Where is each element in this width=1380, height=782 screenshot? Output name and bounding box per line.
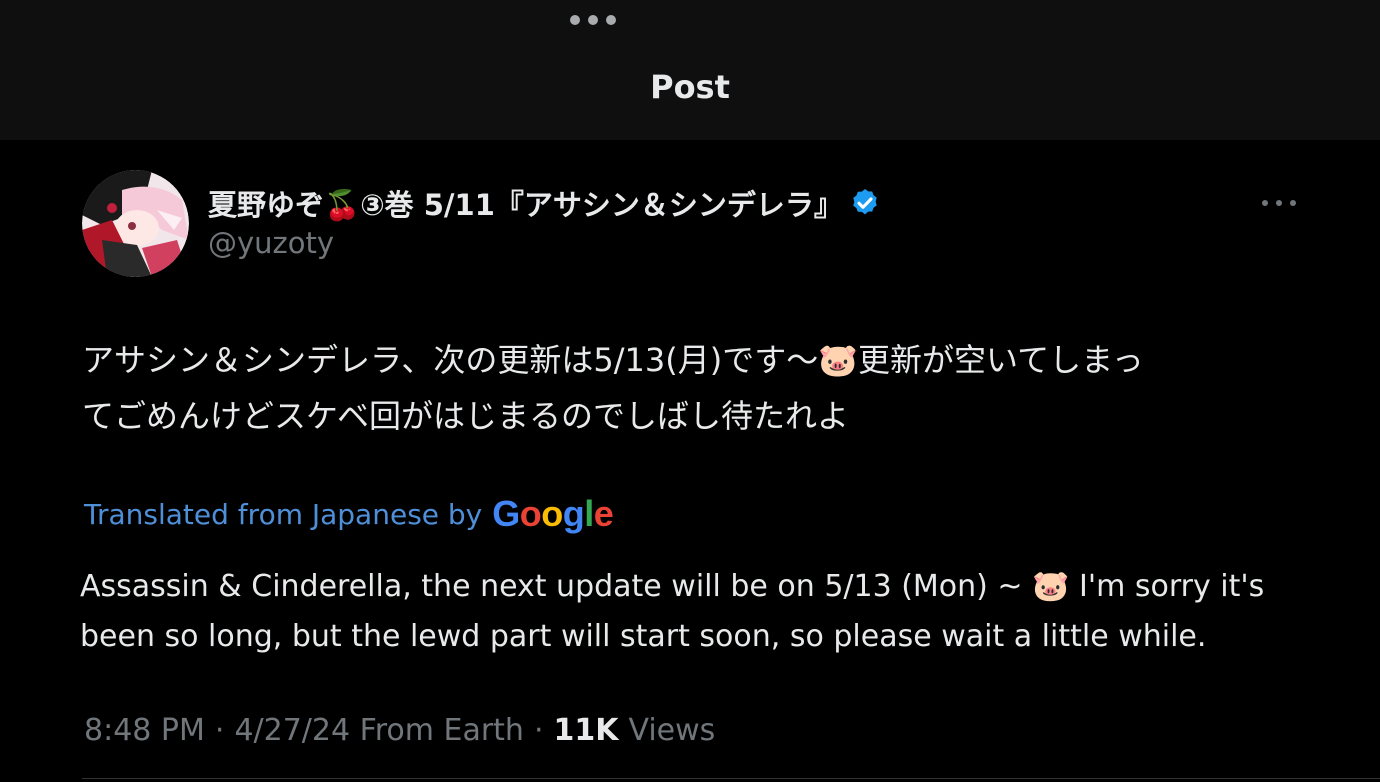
dot-icon (570, 15, 580, 25)
page-title: Post (650, 68, 730, 106)
more-options-button[interactable] (1262, 194, 1296, 212)
post-text-original: アサシン＆シンデレラ、次の更新は5/13(月)です〜🐷更新が空いてしまっ てごめ… (82, 332, 1282, 444)
dot-icon (1276, 200, 1282, 206)
views-count[interactable]: 11K (553, 713, 618, 748)
post-text-line: アサシン＆シンデレラ、次の更新は5/13(月)です〜🐷更新が空いてしまっ (82, 341, 1144, 379)
verified-badge-icon[interactable] (849, 187, 881, 219)
post-date-source: 4/27/24 From Earth (234, 712, 524, 748)
dot-icon (588, 15, 598, 25)
top-bar: Post (0, 0, 1380, 140)
post-text-line: been so long, but the lewd part will sta… (80, 619, 1207, 654)
sheet-grabber[interactable] (570, 13, 616, 27)
dot-icon (1290, 200, 1296, 206)
author-handle[interactable]: @yuzoty (208, 226, 334, 260)
views-label: Views (628, 712, 716, 748)
post-time[interactable]: 8:48 PM (84, 713, 205, 748)
dot-icon (1262, 200, 1268, 206)
translation-credit[interactable]: Translated from Japanese by Google (84, 492, 614, 536)
avatar[interactable] (82, 170, 189, 277)
google-logo: Google (492, 493, 614, 534)
meta-separator: · (214, 712, 225, 748)
meta-separator: · (533, 712, 544, 748)
post-meta: 8:48 PM · 4/27/24 From Earth · 11K Views (84, 710, 715, 750)
author-name-text: 夏野ゆぞ🍒③巻 5/11『アサシン＆シンデレラ』 (208, 188, 843, 222)
author-display-name[interactable]: 夏野ゆぞ🍒③巻 5/11『アサシン＆シンデレラ』 (208, 180, 881, 226)
avatar-image (82, 170, 189, 277)
translation-label: Translated from Japanese by (84, 497, 483, 531)
post-text-translated: Assassin & Cinderella, the next update w… (80, 562, 1310, 662)
post-text-line: てごめんけどスケベ回がはじまるのでしばし待たれよ (82, 397, 850, 435)
post-text-line: Assassin & Cinderella, the next update w… (80, 569, 1265, 604)
divider (82, 778, 1380, 779)
dot-icon (606, 15, 616, 25)
